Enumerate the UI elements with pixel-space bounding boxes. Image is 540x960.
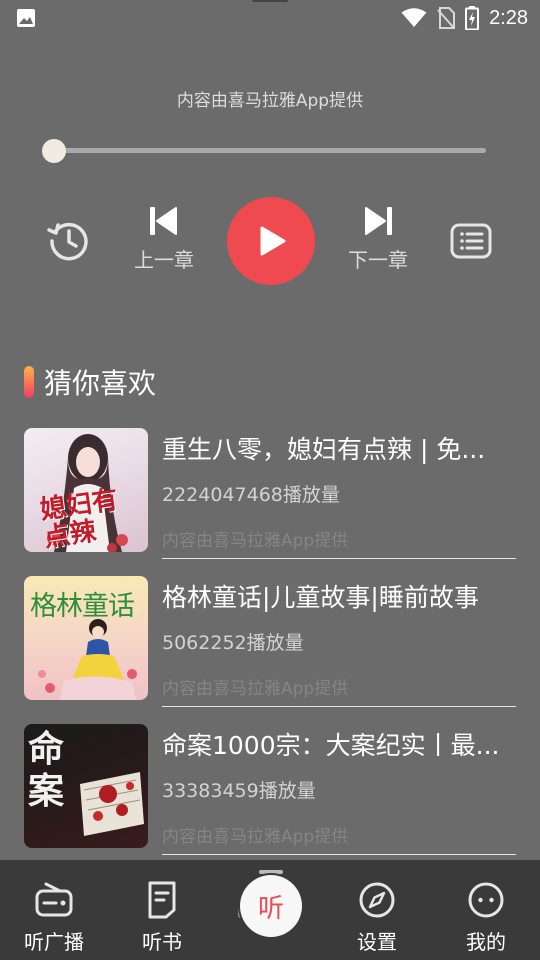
radio-icon (35, 882, 73, 917)
item-play-count: 2224047468播放量 (162, 484, 340, 506)
nav-radio-label: 听广播 (24, 930, 84, 954)
nav-mine[interactable]: 我的 (446, 860, 526, 960)
item-title: 命案1000宗：大案纪实丨最... (162, 731, 500, 760)
next-chapter-label: 下一章 (348, 248, 408, 272)
book-icon (148, 881, 176, 919)
compass-icon (359, 882, 395, 918)
book-cover: 媳妇有点辣 (24, 428, 148, 552)
divider (162, 558, 516, 559)
item-provider: 内容由喜马拉雅App提供 (162, 827, 349, 847)
nav-radio[interactable]: 听广播 (14, 860, 94, 960)
list-item[interactable]: 格林童话 格林童话|儿童故事|睡前故事 5062252播放量 内容由喜马拉雅Ap… (0, 576, 540, 724)
list-item[interactable]: 媳妇有点辣 重生八零，媳妇有点辣 | 免... 2224047468播放量 内容… (0, 428, 540, 576)
progress-thumb[interactable] (42, 139, 66, 163)
play-icon (260, 226, 286, 256)
section-header: 猜你喜欢 (24, 364, 156, 400)
next-chapter-button[interactable]: 下一章 (338, 206, 418, 273)
center-button-notch (259, 870, 283, 874)
more-icon (468, 882, 504, 918)
nav-settings-label: 设置 (357, 930, 397, 954)
provider-text: 内容由喜马拉雅App提供 (176, 91, 364, 111)
skip-previous-icon (150, 207, 177, 235)
play-button[interactable] (227, 197, 315, 285)
divider (162, 854, 516, 855)
prev-chapter-label: 上一章 (134, 248, 194, 272)
cover-text: 命案 (28, 728, 65, 812)
nav-books-label: 听书 (142, 930, 182, 954)
gallery-icon (17, 9, 35, 27)
nav-listen-center-button[interactable]: 听 (240, 875, 302, 937)
history-icon (47, 222, 88, 261)
status-time: 2:28 (489, 6, 528, 29)
wifi-icon (401, 8, 427, 27)
nav-mine-label: 我的 (466, 930, 506, 954)
divider (162, 706, 516, 707)
skip-next-icon (365, 207, 392, 235)
item-provider: 内容由喜马拉雅App提供 (162, 531, 349, 551)
nav-books[interactable]: 听书 (122, 860, 202, 960)
prev-chapter-button[interactable]: 上一章 (124, 206, 204, 273)
playlist-icon (450, 223, 492, 259)
item-title: 重生八零，媳妇有点辣 | 免... (162, 435, 486, 464)
camera-notch (252, 0, 288, 2)
battery-charging-icon (465, 6, 480, 30)
item-provider: 内容由喜马拉雅App提供 (162, 679, 349, 699)
progress-track[interactable] (54, 148, 486, 153)
playlist-button[interactable] (449, 222, 493, 260)
screen: 2:28 内容由喜马拉雅App提供 上一章 下一章 猜你喜欢 媳妇有点辣 重生八… (0, 0, 540, 960)
item-play-count: 33383459播放量 (162, 780, 316, 802)
item-play-count: 5062252播放量 (162, 632, 304, 654)
cover-text: 格林童话 (30, 591, 135, 622)
list-item[interactable]: 命案 命案1000宗：大案纪实丨最... 33383459播放量 内容由喜马拉雅… (0, 724, 540, 872)
recommendation-list: 媳妇有点辣 重生八零，媳妇有点辣 | 免... 2224047468播放量 内容… (0, 428, 540, 872)
no-sim-icon (437, 7, 456, 29)
status-bar: 2:28 (0, 0, 540, 36)
book-cover: 格林童话 (24, 576, 148, 700)
book-cover: 命案 (24, 724, 148, 848)
section-accent-bar (24, 366, 34, 398)
section-title: 猜你喜欢 (44, 367, 157, 400)
nav-settings[interactable]: 设置 (337, 860, 417, 960)
item-title: 格林童话|儿童故事|睡前故事 (162, 583, 479, 612)
history-button[interactable] (46, 218, 92, 264)
nav-listen-label: 听 (257, 893, 284, 924)
